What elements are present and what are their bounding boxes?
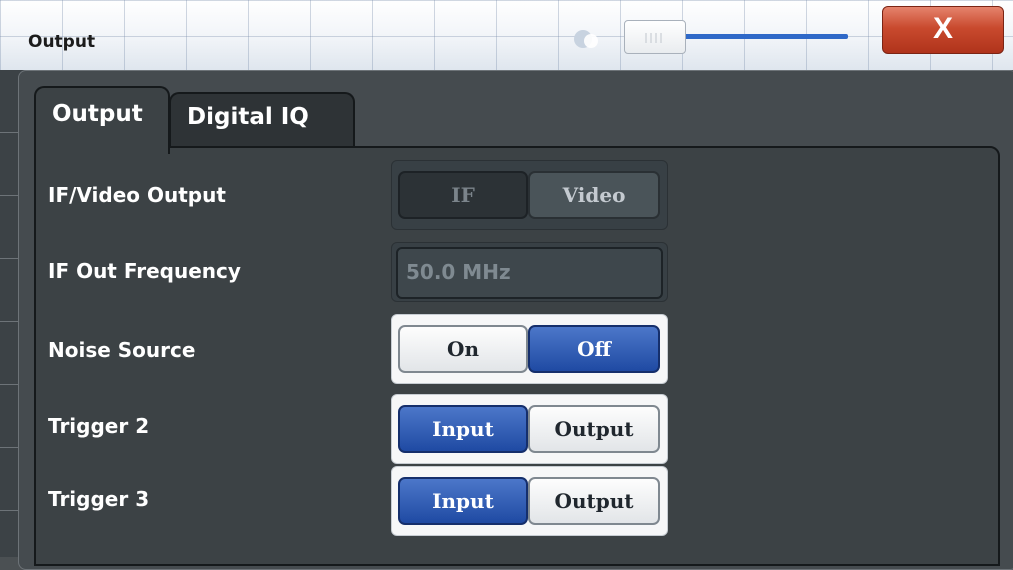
window-title: Output: [28, 32, 96, 52]
if-video-output-label: IF/Video Output: [48, 183, 226, 207]
noise-source-toggle: On Off: [391, 314, 668, 384]
if-out-frequency-field-frame: 50.0 MHz: [391, 242, 668, 302]
if-out-frequency-label: IF Out Frequency: [48, 259, 241, 283]
trigger-3-toggle: Input Output: [391, 466, 668, 536]
transparency-slider-thumb[interactable]: [624, 20, 686, 54]
tab-output[interactable]: Output: [34, 86, 170, 154]
if-button: IF: [398, 171, 528, 219]
trigger-3-input-button[interactable]: Input: [398, 477, 528, 525]
background-grid: [0, 70, 18, 557]
trigger-2-output-button[interactable]: Output: [528, 405, 660, 453]
tab-digital-iq[interactable]: Digital IQ: [169, 92, 355, 148]
trigger-2-input-button[interactable]: Input: [398, 405, 528, 453]
trigger-3-output-button[interactable]: Output: [528, 477, 660, 525]
noise-source-off-button[interactable]: Off: [528, 325, 660, 373]
trigger-2-label: Trigger 2: [48, 414, 150, 438]
trigger-3-label: Trigger 3: [48, 487, 150, 511]
tab-output-label: Output: [52, 101, 143, 127]
if-video-output-toggle: IF Video: [391, 160, 668, 230]
if-out-frequency-input: 50.0 MHz: [396, 247, 663, 299]
transparency-icon: [574, 30, 598, 48]
noise-source-label: Noise Source: [48, 338, 196, 362]
close-button[interactable]: X: [882, 6, 1004, 54]
close-icon: X: [932, 12, 953, 45]
video-button: Video: [528, 171, 660, 219]
title-bar: Output X: [0, 0, 1013, 70]
transparency-slider-track[interactable]: [682, 34, 848, 39]
noise-source-on-button[interactable]: On: [398, 325, 528, 373]
tab-digital-iq-label: Digital IQ: [187, 104, 309, 130]
trigger-2-toggle: Input Output: [391, 394, 668, 464]
